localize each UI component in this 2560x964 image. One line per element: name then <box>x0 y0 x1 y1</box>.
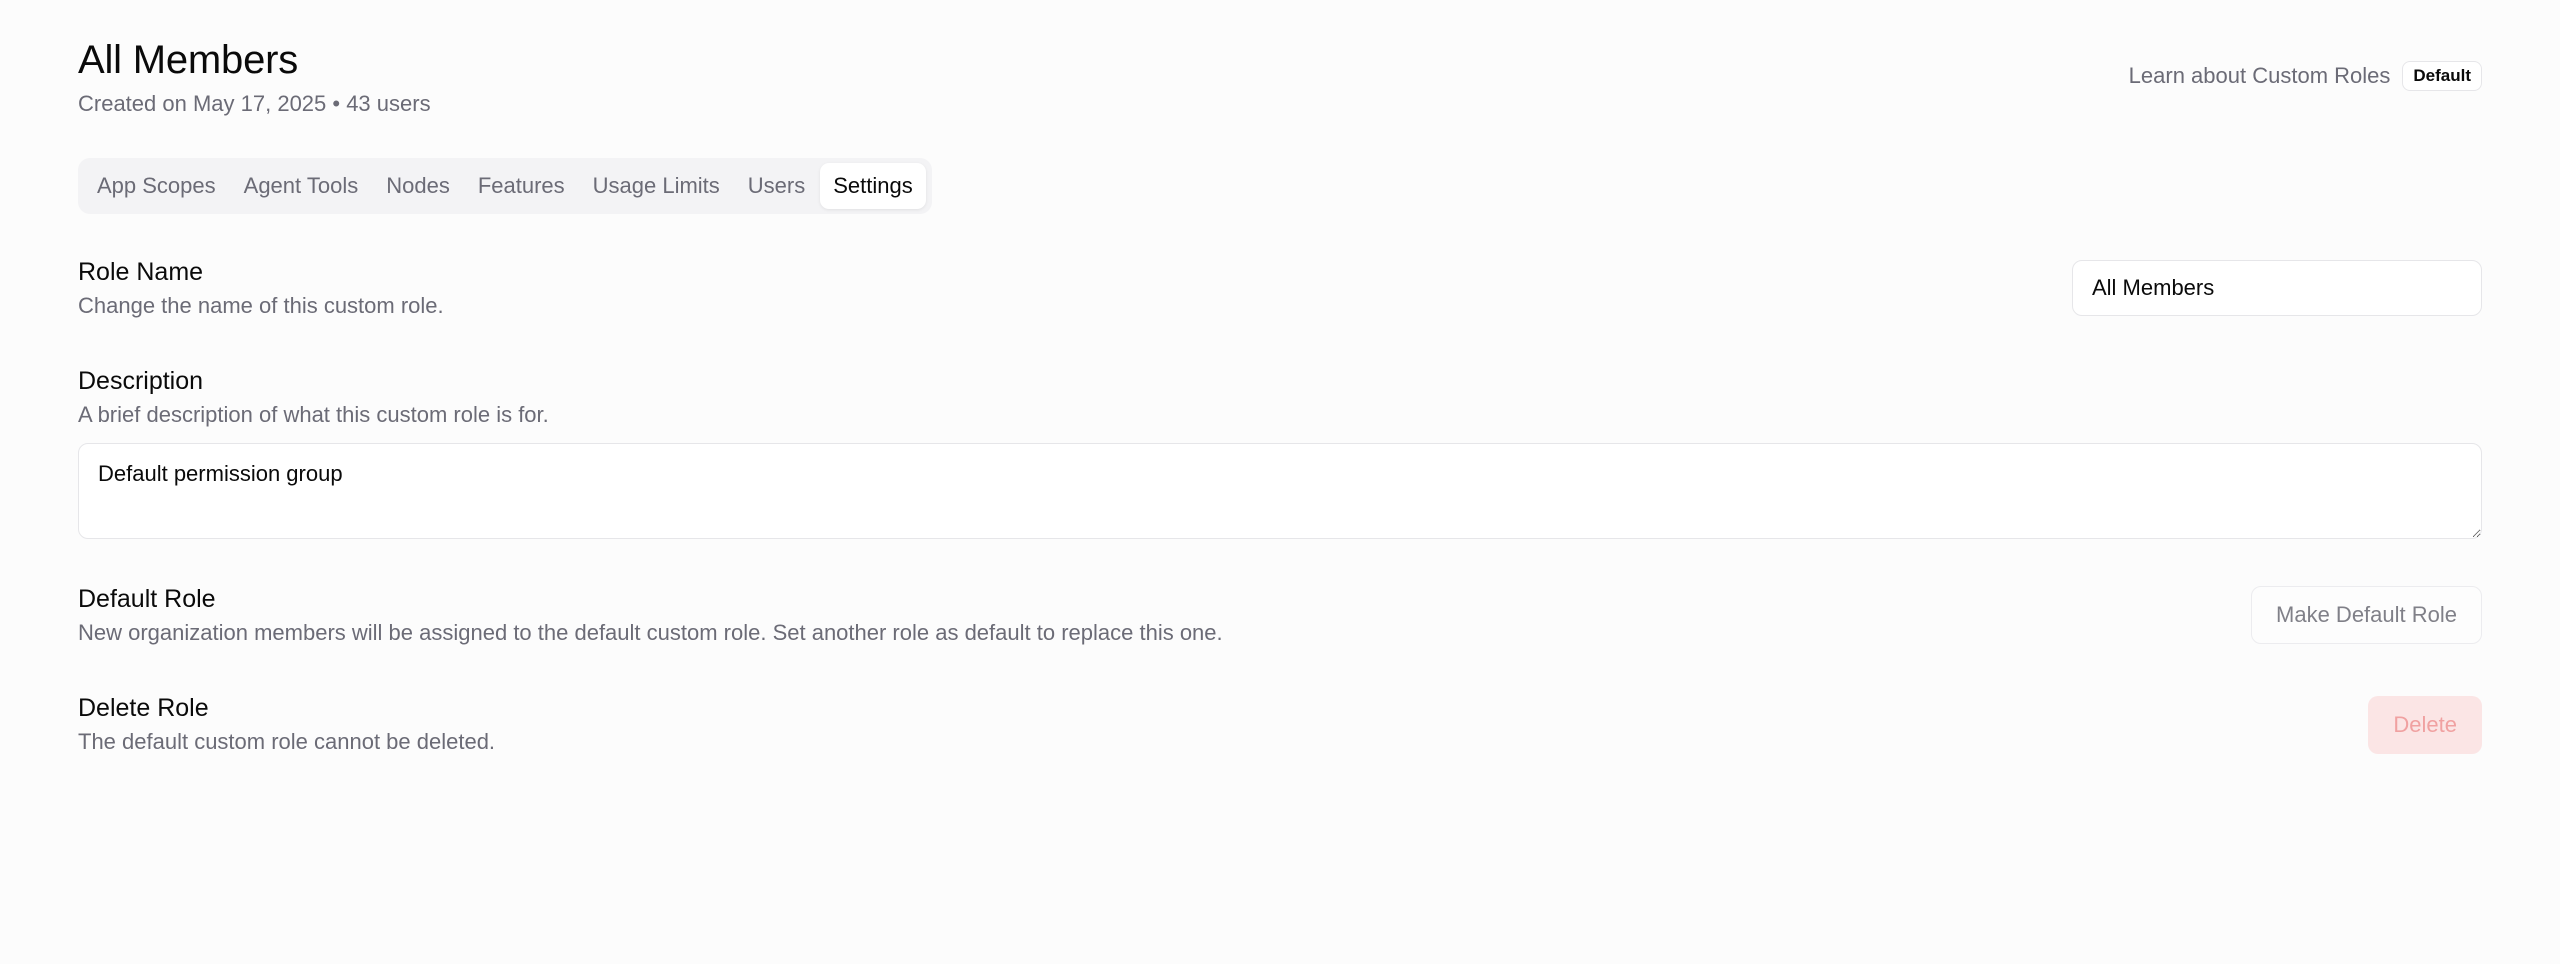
tab-users[interactable]: Users <box>735 163 818 209</box>
default-badge: Default <box>2402 61 2482 91</box>
role-name-section: Role Name Change the name of this custom… <box>78 256 2482 326</box>
delete-role-section: Delete Role The default custom role cann… <box>78 692 2482 762</box>
tab-bar: App Scopes Agent Tools Nodes Features Us… <box>78 158 932 214</box>
delete-role-button[interactable]: Delete <box>2368 696 2482 754</box>
delete-role-description: The default custom role cannot be delete… <box>78 729 496 754</box>
role-name-input[interactable] <box>2072 260 2482 316</box>
tab-usage-limits[interactable]: Usage Limits <box>580 163 733 209</box>
page-subtitle: Created on May 17, 2025 • 43 users <box>78 91 431 116</box>
description-textarea[interactable]: Default permission group <box>78 443 2482 539</box>
page-title: All Members <box>78 38 299 82</box>
description-help-text: A brief description of what this custom … <box>78 402 549 427</box>
tab-settings[interactable]: Settings <box>820 163 926 209</box>
default-role-title: Default Role <box>78 585 216 613</box>
tab-nodes[interactable]: Nodes <box>373 163 463 209</box>
page-header: All Members Created on May 17, 2025 • 43… <box>78 0 2482 120</box>
learn-custom-roles-link[interactable]: Learn about Custom Roles <box>2129 63 2391 89</box>
tab-app-scopes[interactable]: App Scopes <box>84 163 229 209</box>
make-default-role-button[interactable]: Make Default Role <box>2251 586 2482 644</box>
role-settings-page: All Members Created on May 17, 2025 • 43… <box>0 0 2560 964</box>
delete-role-title: Delete Role <box>78 694 209 722</box>
default-role-section: Default Role New organization members wi… <box>78 583 2482 653</box>
tab-agent-tools[interactable]: Agent Tools <box>231 163 372 209</box>
tab-features[interactable]: Features <box>465 163 578 209</box>
default-role-description: New organization members will be assigne… <box>78 620 1223 645</box>
description-section: Description A brief description of what … <box>78 365 2482 539</box>
description-title: Description <box>78 367 204 395</box>
header-actions: Learn about Custom Roles Default <box>2129 61 2482 91</box>
